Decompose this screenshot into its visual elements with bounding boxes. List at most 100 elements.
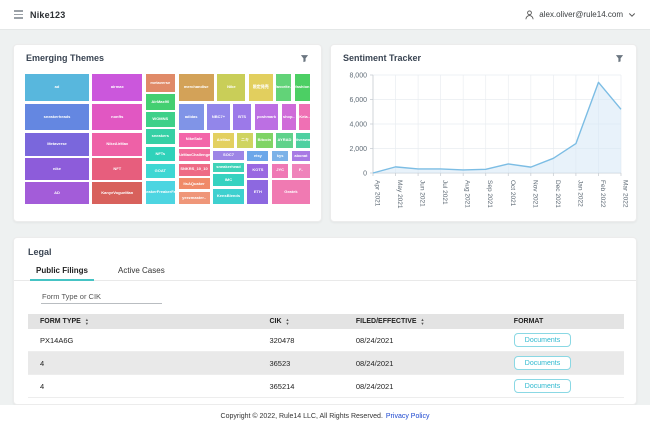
- copyright-text: Copyright © 2022, Rule14 LLC, All Rights…: [221, 413, 383, 420]
- treemap-tile[interactable]: NikeSale: [178, 132, 211, 148]
- svg-text:Nov 2021: Nov 2021: [531, 180, 538, 208]
- svg-text:Mar 2022: Mar 2022: [622, 180, 629, 208]
- treemap-tile[interactable]: Giveaway: [295, 132, 311, 149]
- legal-title: Legal: [14, 238, 636, 263]
- svg-text:4,000: 4,000: [349, 122, 367, 129]
- treemap-tile[interactable]: SNKRS_10_10: [178, 163, 211, 177]
- user-email: alex.oliver@rule14.com: [539, 10, 623, 19]
- filings-table-body: PX14A6G32047808/24/2021Documents43652308…: [28, 329, 624, 398]
- svg-text:Apr 2021: Apr 2021: [374, 180, 381, 207]
- treemap-tile[interactable]: 限定発売: [248, 73, 274, 102]
- treemap-tile[interactable]: IMC: [212, 173, 245, 187]
- treemap-tile[interactable]: F..: [291, 163, 311, 179]
- emerging-themes-card: Emerging Themes adsneakerheadsMetaversen…: [13, 44, 322, 222]
- svg-text:Jan 2022: Jan 2022: [576, 180, 583, 207]
- treemap-tile[interactable]: Bitcoin: [255, 132, 274, 149]
- svg-text:Feb 2022: Feb 2022: [599, 180, 606, 208]
- treemap-tile[interactable]: favorite..: [275, 73, 292, 102]
- treemap-tile[interactable]: metaverse: [145, 73, 177, 93]
- svg-text:Oct 2021: Oct 2021: [509, 180, 516, 207]
- filings-table: FORM TYPE▲▼CIK▲▼FILED/EFFECTIVE▲▼FORMAT …: [28, 314, 624, 398]
- table-row: 43652308/24/2021Documents: [28, 352, 624, 375]
- documents-button[interactable]: Documents: [514, 333, 571, 347]
- treemap-tile[interactable]: airmax: [91, 73, 143, 102]
- sentiment-tracker-title: Sentiment Tracker: [343, 53, 421, 63]
- treemap-tile[interactable]: JYC: [271, 163, 290, 179]
- treemap-tile[interactable]: fashion: [294, 73, 311, 102]
- treemap-tile[interactable]: AD: [24, 181, 90, 205]
- treemap-tile[interactable]: KanyeVogueMan: [91, 181, 143, 205]
- treemap-tile[interactable]: KensBlends: [212, 188, 245, 205]
- column-header-cik[interactable]: CIK▲▼: [257, 314, 343, 329]
- treemap-tile[interactable]: ad: [24, 73, 90, 102]
- treemap-tile[interactable]: Geatek: [271, 179, 311, 205]
- treemap-tile[interactable]: AirMax: [212, 132, 235, 149]
- tab-active-cases[interactable]: Active Cases: [116, 263, 167, 280]
- treemap-tile[interactable]: etsy: [246, 150, 269, 163]
- legal-card: Legal Public Filings Active Cases FORM TY…: [13, 237, 637, 405]
- treemap-tile[interactable]: sneakerheads: [24, 103, 90, 131]
- svg-text:May 2021: May 2021: [396, 180, 403, 209]
- treemap-tile[interactable]: NikeAirMax: [91, 132, 143, 157]
- treemap-tile[interactable]: nike: [24, 157, 90, 180]
- privacy-policy-link[interactable]: Privacy Policy: [386, 413, 430, 420]
- treemap-tile[interactable]: merchandise: [178, 73, 215, 102]
- documents-button[interactable]: Documents: [514, 356, 571, 370]
- documents-button[interactable]: Documents: [514, 379, 571, 393]
- treemap-tile[interactable]: KOTS: [246, 163, 269, 179]
- treemap-tile[interactable]: Metaverse: [24, 132, 90, 157]
- svg-text:Jul 2021: Jul 2021: [441, 180, 448, 205]
- user-icon: [525, 10, 534, 20]
- treemap-tile[interactable]: AirMaxChallenge: [178, 148, 211, 162]
- table-row: 436521408/24/2021Documents: [28, 375, 624, 398]
- treemap-tile[interactable]: nonfts: [91, 103, 143, 131]
- treemap-tile[interactable]: Kela..: [298, 103, 311, 131]
- treemap-tile[interactable]: abonat: [291, 150, 311, 163]
- svg-text:Jun 2021: Jun 2021: [419, 180, 426, 207]
- svg-text:8,000: 8,000: [349, 73, 367, 80]
- treemap-tile[interactable]: NFTs: [145, 146, 177, 163]
- svg-text:Sep 2021: Sep 2021: [486, 180, 493, 208]
- treemap-tile[interactable]: ETH: [246, 179, 269, 205]
- column-header-form-type[interactable]: FORM TYPE▲▼: [28, 314, 257, 329]
- top-bar: Nike123 alex.oliver@rule14.com: [0, 0, 650, 30]
- treemap-tile[interactable]: kys: [271, 150, 290, 163]
- treemap-tile[interactable]: sneakers: [145, 128, 177, 145]
- treemap-tile[interactable]: shop..: [281, 103, 297, 131]
- treemap-tile[interactable]: AYRAD: [275, 132, 294, 149]
- treemap-tile[interactable]: NFT: [91, 157, 143, 180]
- column-header-filed-effective[interactable]: FILED/EFFECTIVE▲▼: [344, 314, 502, 329]
- treemap-tile[interactable]: AirMax90: [145, 93, 177, 110]
- column-header-format: FORMAT: [502, 314, 624, 329]
- treemap-tile[interactable]: Nike: [216, 73, 246, 102]
- treemap-tile[interactable]: SOC7: [212, 150, 245, 162]
- brand: Nike123: [14, 10, 65, 20]
- treemap-tile[interactable]: ニキ: [236, 132, 253, 149]
- treemap-tile[interactable]: GOAT: [145, 163, 177, 180]
- treemap-tile[interactable]: NBC7+: [206, 103, 230, 131]
- svg-text:Aug 2021: Aug 2021: [464, 180, 471, 208]
- tab-public-filings[interactable]: Public Filings: [34, 263, 90, 280]
- legal-tabs: Public Filings Active Cases: [34, 263, 636, 280]
- chevron-down-icon: [628, 12, 636, 18]
- footer: Copyright © 2022, Rule14 LLC, All Rights…: [0, 405, 650, 428]
- sort-icon[interactable]: ▲▼: [85, 318, 89, 324]
- emerging-themes-title: Emerging Themes: [26, 53, 104, 63]
- filter-icon[interactable]: [615, 54, 624, 63]
- treemap-tile[interactable]: BTS: [232, 103, 252, 131]
- treemap-tile[interactable]: adidas: [178, 103, 205, 131]
- user-menu[interactable]: alex.oliver@rule14.com: [525, 10, 636, 20]
- hamburger-menu-icon[interactable]: [14, 10, 23, 19]
- treemap-tile[interactable]: sneakerhead: [212, 162, 245, 173]
- treemap-tile[interactable]: poshmark: [254, 103, 280, 131]
- filter-icon[interactable]: [300, 54, 309, 63]
- treemap-tile[interactable]: yeezmaster..: [178, 191, 211, 205]
- sentiment-chart: 02,0004,0006,0008,000Apr 2021May 2021Jun…: [337, 69, 630, 224]
- treemap-tile[interactable]: SneakerFreakerFam: [145, 180, 177, 205]
- brand-name: Nike123: [30, 10, 65, 20]
- form-type-cik-input[interactable]: [41, 290, 162, 304]
- sort-icon[interactable]: ▲▼: [286, 318, 290, 324]
- treemap-tile[interactable]: WOMNS: [145, 111, 177, 128]
- treemap-tile[interactable]: ItsAQuaker: [178, 177, 211, 190]
- sort-icon[interactable]: ▲▼: [421, 318, 425, 324]
